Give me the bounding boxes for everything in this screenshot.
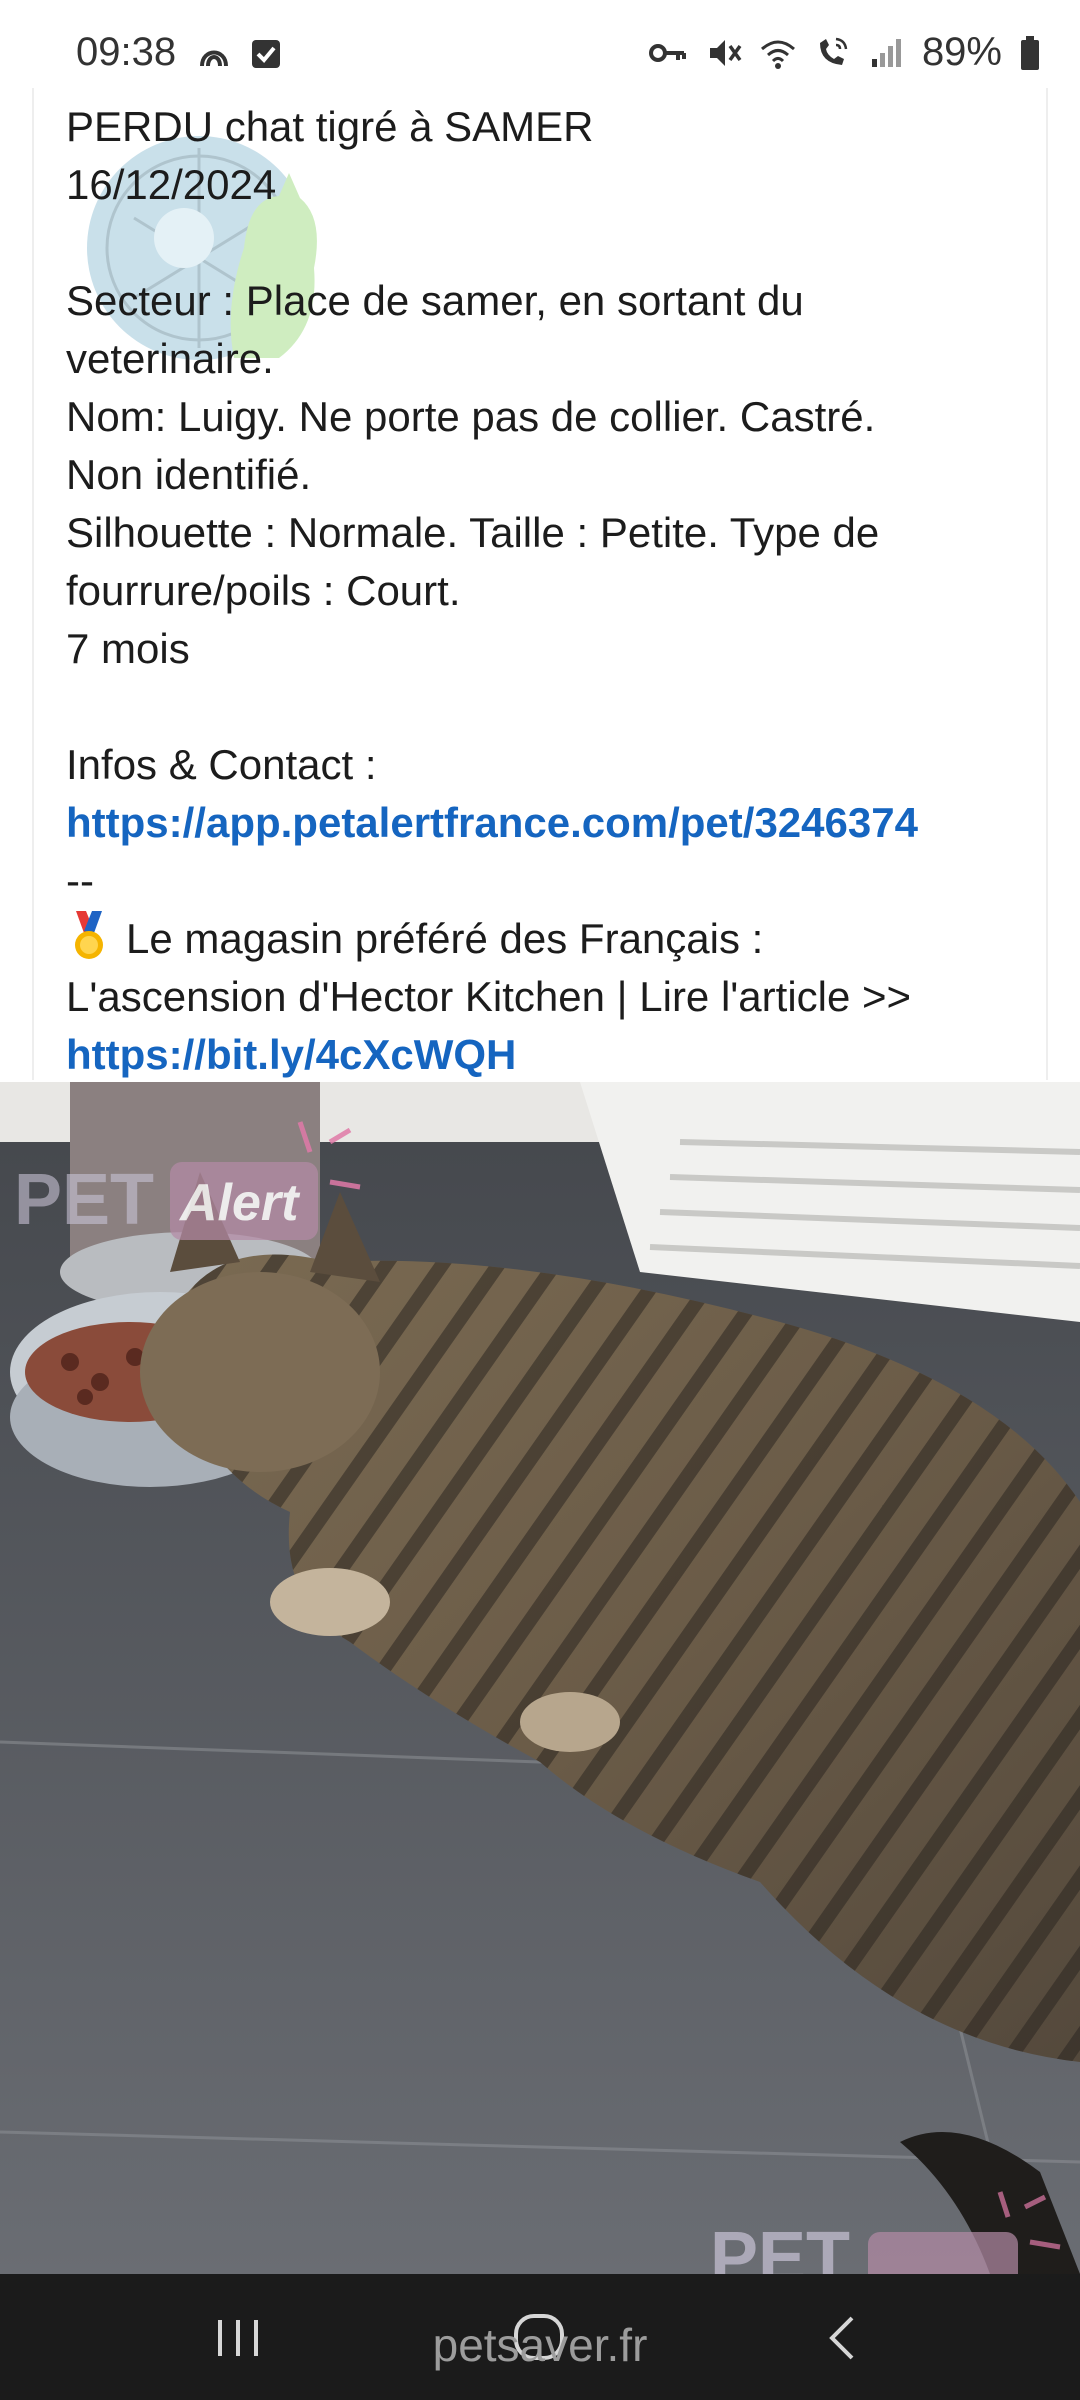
- post-text: PERDU chat tigré à SAMER 16/12/2024 Sect…: [66, 98, 1036, 1084]
- contact-link[interactable]: https://app.petalertfrance.com/pet/32463…: [66, 794, 1036, 852]
- post-title: PERDU chat tigré à SAMER: [66, 103, 594, 150]
- cat-photo-image: PET Alert PET: [0, 1082, 1080, 2274]
- wifi-icon: [760, 40, 795, 69]
- mute-icon: [709, 39, 742, 66]
- svg-text:PET: PET: [14, 1160, 154, 1240]
- silhouette-text-cont: fourrure/poils : Court.: [66, 567, 461, 614]
- post-card: PERDU chat tigré à SAMER 16/12/2024 Sect…: [32, 88, 1048, 1080]
- signal-tower-icon: [200, 50, 228, 67]
- promo-text-cont: L'ascension d'Hector Kitchen | Lire l'ar…: [66, 973, 912, 1020]
- cell-signal-icon: [871, 38, 901, 67]
- separator: --: [66, 857, 94, 904]
- sector-text-cont: veterinaire.: [66, 335, 274, 382]
- key-icon: [648, 43, 686, 62]
- name-text: Nom: Luigy. Ne porte pas de collier. Cas…: [66, 393, 876, 440]
- pet-alert-watermark-top: Alert: [178, 1174, 301, 1232]
- medal-icon: [75, 911, 103, 959]
- checkbox-notification-icon: [252, 40, 280, 68]
- status-time: 09:38: [76, 30, 177, 74]
- battery-percent: 89%: [921, 30, 1002, 74]
- age-text: 7 mois: [66, 625, 190, 672]
- site-watermark: petsaver.fr: [432, 2319, 648, 2371]
- svg-text:PET: PET: [710, 2218, 850, 2274]
- status-bar: 09:38 89%: [0, 0, 1080, 88]
- post-date: 16/12/2024: [66, 161, 277, 208]
- wifi-call-icon: [819, 37, 848, 65]
- battery-icon: [1021, 35, 1039, 70]
- contact-label: Infos & Contact :: [66, 741, 377, 788]
- silhouette-text: Silhouette : Normale. Taille : Petite. T…: [66, 509, 880, 556]
- name-text-cont: Non identifié.: [66, 451, 312, 498]
- promo-link[interactable]: https://bit.ly/4cXcWQH: [66, 1026, 1036, 1084]
- promo-text: Le magasin préféré des Français :: [126, 915, 764, 962]
- sector-text: Secteur : Place de samer, en sortant du: [66, 277, 804, 324]
- cat-photo[interactable]: PET Alert PET: [0, 1082, 1080, 2274]
